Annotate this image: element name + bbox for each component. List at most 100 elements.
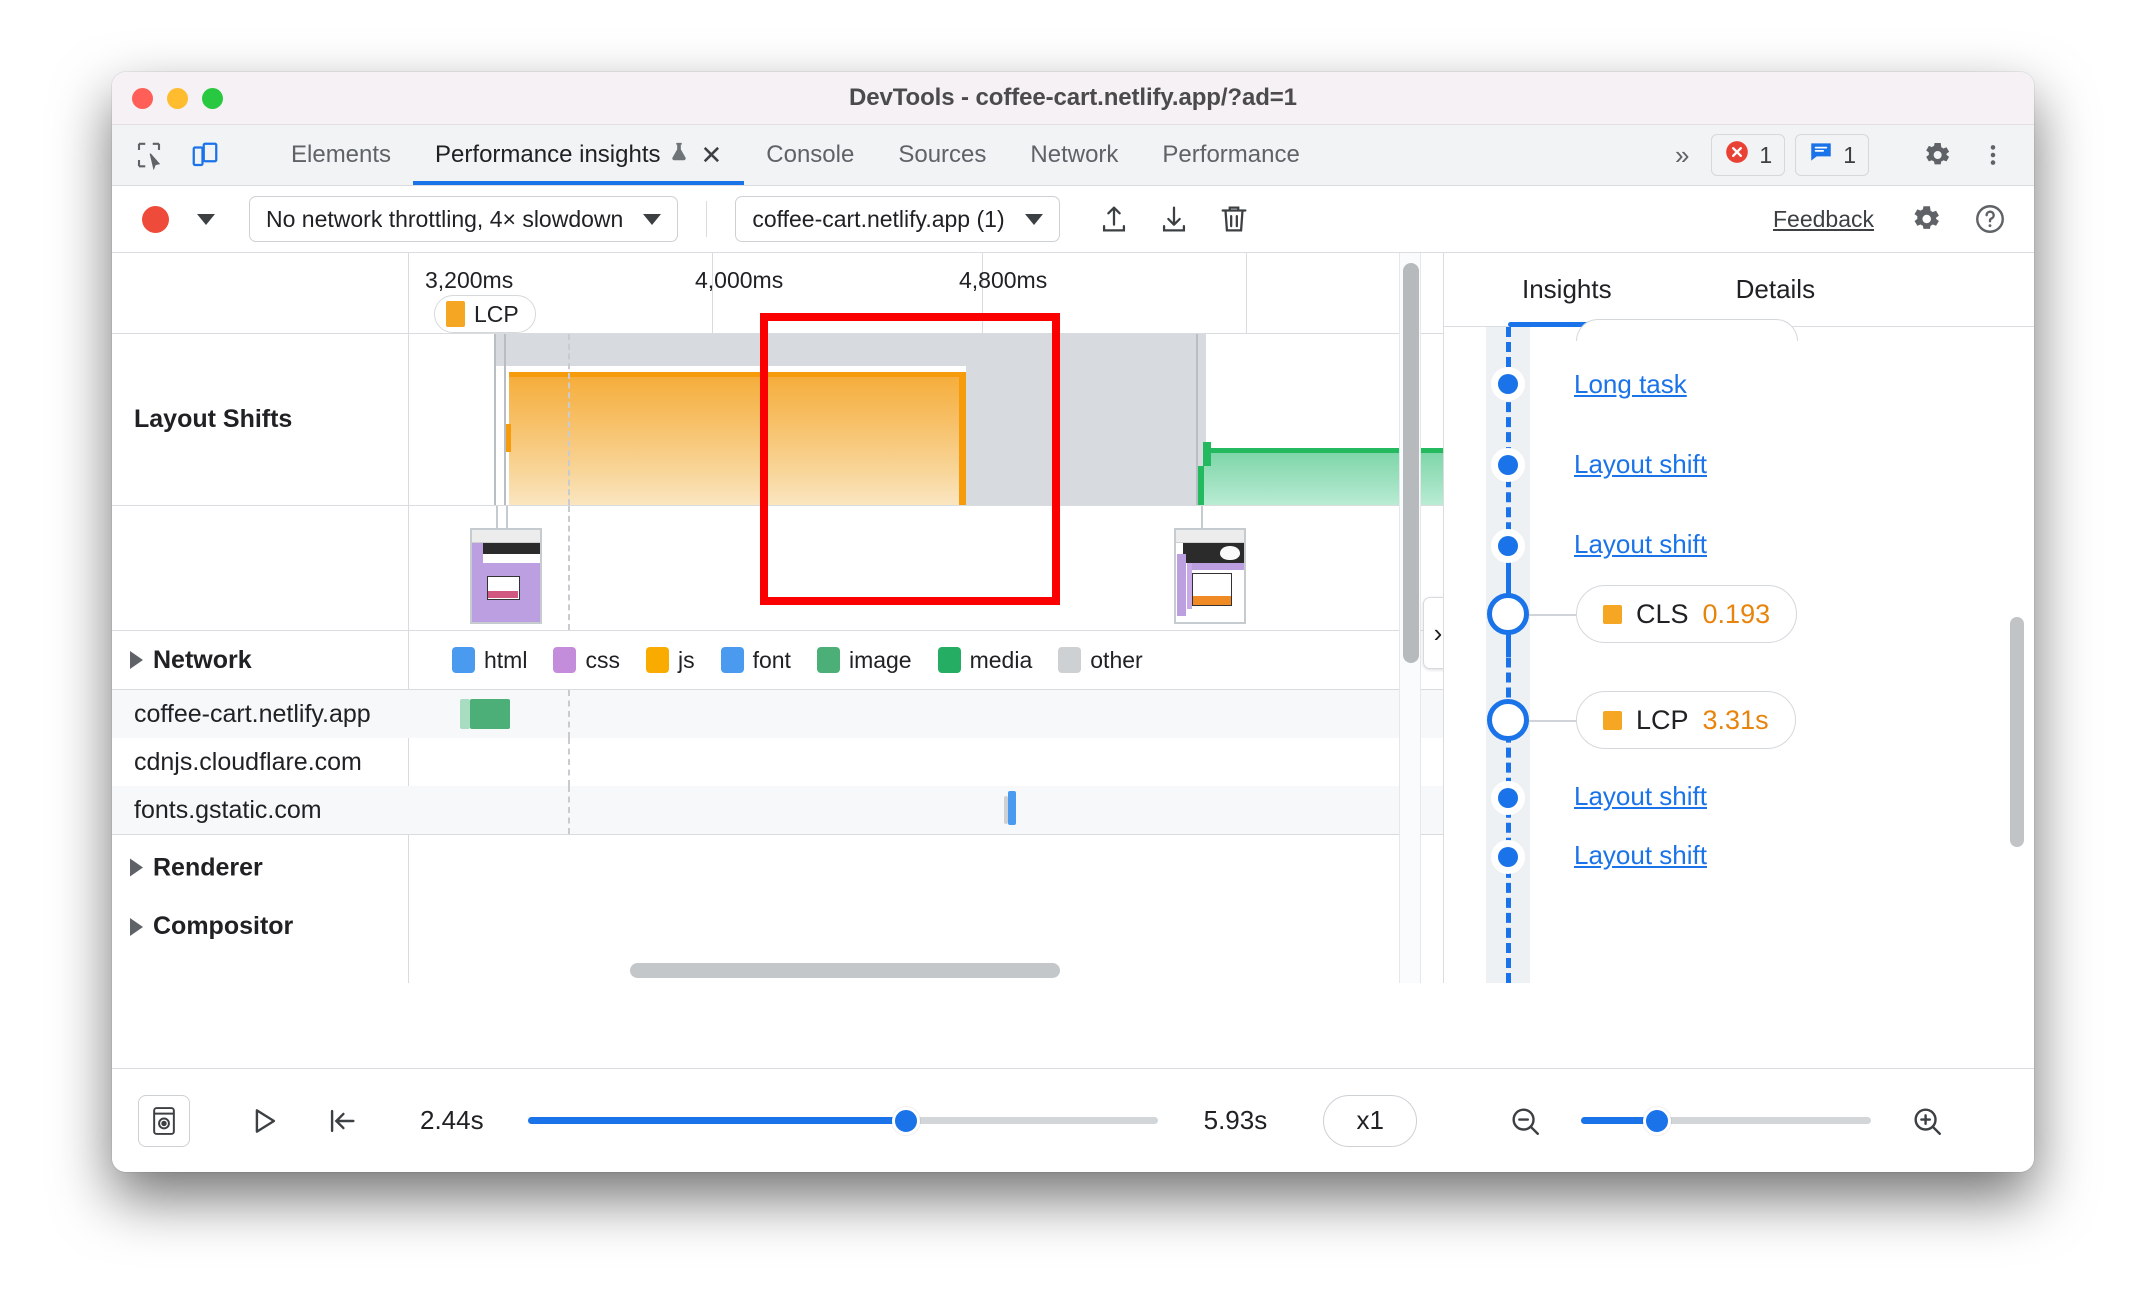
tab-elements[interactable]: Elements (269, 125, 413, 185)
insight-link-layout-shift-1[interactable]: Layout shift (1574, 449, 1707, 480)
devtools-body: 3,200ms 4,000ms 4,800ms LCP Layout Shift… (112, 253, 2034, 983)
request-bar (470, 699, 510, 729)
table-row[interactable]: fonts.gstatic.com (112, 786, 1443, 834)
gear-icon[interactable] (1900, 193, 1952, 245)
trash-icon[interactable] (1208, 193, 1260, 245)
insight-node-long-task[interactable] (1491, 367, 1525, 401)
legend-label-font: font (752, 646, 791, 673)
jump-to-start-icon[interactable] (316, 1095, 368, 1147)
tab-sources[interactable]: Sources (876, 125, 1008, 185)
legend-label-html: html (484, 646, 528, 673)
metric-chip-lcp[interactable]: LCP 3.31s (1576, 691, 1796, 749)
table-row[interactable]: cdnjs.cloudflare.com (112, 738, 1443, 786)
lcp-orange-region (509, 372, 964, 505)
insight-link-layout-shift-3[interactable]: Layout shift (1574, 781, 1707, 812)
layout-shifts-canvas[interactable] (408, 334, 1443, 505)
caret-right-icon[interactable] (130, 917, 143, 936)
insight-node-cls[interactable] (1487, 593, 1529, 635)
compositor-section-title[interactable]: Compositor (130, 912, 293, 941)
timeline-ruler[interactable]: 3,200ms 4,000ms 4,800ms LCP (112, 253, 1443, 334)
timeline-horizontal-scrollbar[interactable] (408, 963, 1395, 979)
error-counter[interactable]: 1 (1711, 134, 1786, 176)
filmstrip-track[interactable] (112, 506, 1443, 631)
caret-right-icon[interactable] (130, 651, 143, 669)
tab-insights[interactable]: Insights (1508, 253, 1626, 327)
chevron-double-right-icon[interactable]: » (1663, 140, 1701, 171)
green-left-edge (1197, 466, 1204, 505)
insight-link-layout-shift-2[interactable]: Layout shift (1574, 529, 1707, 560)
screenshot-thumbnail-2[interactable] (1174, 528, 1246, 624)
inspect-element-icon[interactable] (126, 132, 172, 178)
caret-right-icon[interactable] (130, 858, 143, 877)
page-select[interactable]: coffee-cart.netlify.app (1) (735, 196, 1060, 242)
tab-details[interactable]: Details (1722, 253, 1829, 327)
chevron-down-icon (643, 213, 662, 225)
timeline-vscroll-thumb[interactable] (1403, 263, 1419, 663)
throttling-select[interactable]: No network throttling, 4× slowdown (249, 196, 679, 242)
tab-network[interactable]: Network (1008, 125, 1140, 185)
download-icon[interactable] (1148, 193, 1200, 245)
screenshot-thumbnail-1[interactable] (470, 528, 542, 624)
kebab-menu-icon[interactable] (1970, 132, 2016, 178)
timeline-pane[interactable]: 3,200ms 4,000ms 4,800ms LCP Layout Shift… (112, 253, 1444, 983)
network-section-title[interactable]: Network (130, 646, 252, 675)
insights-tabbar: Insights Details (1444, 253, 2034, 327)
insight-node-layout-shift-2[interactable] (1491, 529, 1525, 563)
timeline-vertical-scrollbar[interactable] (1399, 253, 1421, 983)
legend-item-other: other (1058, 647, 1143, 674)
insight-node-lcp[interactable] (1487, 699, 1529, 741)
zoom-slider[interactable] (1581, 1095, 1872, 1147)
tab-performance[interactable]: Performance (1140, 125, 1321, 185)
tab-network-label: Network (1030, 141, 1119, 168)
insight-link-long-task[interactable]: Long task (1574, 369, 1687, 400)
play-icon[interactable] (238, 1095, 290, 1147)
zoom-slider-knob[interactable] (1642, 1106, 1671, 1135)
playhead-dashed-line (568, 334, 570, 505)
renderer-section-title[interactable]: Renderer (130, 853, 263, 882)
cls-swatch-icon (1603, 604, 1622, 624)
metric-chip-cls[interactable]: CLS 0.193 (1576, 585, 1798, 643)
compositor-section-header[interactable]: Compositor (112, 900, 1443, 940)
tab-console[interactable]: Console (744, 125, 876, 185)
time-end-label: 5.93s (1203, 1105, 1268, 1135)
network-bar-area (408, 786, 1443, 834)
network-bar-area (408, 738, 1443, 786)
upload-icon[interactable] (1088, 193, 1140, 245)
screenshot-toggle-icon[interactable] (138, 1094, 190, 1147)
lcp-marker-chip[interactable]: LCP (434, 295, 536, 333)
time-start-label: 2.44s (420, 1105, 484, 1135)
timeline-range-slider[interactable] (527, 1095, 1158, 1147)
record-circle-icon[interactable] (142, 205, 169, 233)
network-request-name: cdnjs.cloudflare.com (134, 747, 362, 776)
insights-list[interactable]: Long task Layout shift Layout shift CLS … (1444, 319, 2034, 983)
layout-shifts-track[interactable]: Layout Shifts (112, 334, 1443, 506)
legend-swatch-css (553, 647, 577, 673)
insight-node-layout-shift-4[interactable] (1491, 840, 1525, 874)
playback-speed-button[interactable]: x1 (1323, 1094, 1418, 1147)
device-toolbar-icon[interactable] (182, 132, 228, 178)
tab-performance-insights-label: Performance insights (435, 141, 661, 168)
gear-icon[interactable] (1914, 132, 1960, 178)
zoom-in-icon[interactable] (1901, 1095, 1953, 1147)
feedback-link[interactable]: Feedback (1773, 206, 1874, 233)
insight-node-layout-shift-1[interactable] (1491, 448, 1525, 482)
filmstrip-canvas[interactable] (408, 506, 1443, 630)
legend-item-media: media (937, 647, 1032, 674)
insights-vscroll-thumb[interactable] (2010, 617, 2024, 847)
insight-link-layout-shift-4[interactable]: Layout shift (1574, 840, 1707, 871)
tab-performance-insights[interactable]: Performance insights ✕ (413, 125, 745, 185)
collapse-sidebar-button[interactable]: › (1423, 597, 1443, 669)
insight-node-layout-shift-3[interactable] (1491, 781, 1525, 815)
help-icon[interactable] (1964, 193, 2016, 245)
close-icon[interactable]: ✕ (700, 142, 722, 168)
thumbnail-stem (506, 506, 508, 528)
network-section-header[interactable]: Network html css js font image media oth… (112, 631, 1443, 690)
zoom-out-icon[interactable] (1499, 1095, 1551, 1147)
range-slider-knob[interactable] (891, 1106, 920, 1135)
record-dropdown-caret-icon[interactable] (197, 213, 215, 225)
timeline-hscroll-thumb[interactable] (630, 963, 1060, 978)
lcp-value: 3.31s (1702, 704, 1769, 735)
table-row[interactable]: coffee-cart.netlify.app (112, 690, 1443, 738)
message-counter[interactable]: 1 (1795, 134, 1869, 176)
renderer-section-header[interactable]: Renderer (112, 834, 1443, 900)
